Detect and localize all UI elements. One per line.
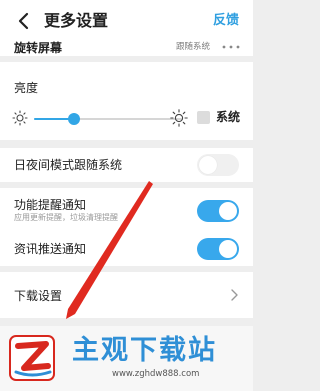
watermark-title: 主观下载站 [72,335,217,366]
more-dots-icon[interactable] [220,40,242,54]
night-mode-label: 日夜间模式跟随系统 [14,158,123,172]
watermark-url: www.zghdw888.com [112,369,200,379]
feature-notice-label: 功能提醒通知 [14,198,87,212]
feature-notice-toggle[interactable] [197,200,239,222]
back-arrow-icon[interactable] [14,10,34,32]
download-settings-label: 下载设置 [14,289,63,303]
rotate-screen-value: 跟随系统 [176,42,211,52]
news-notice-label: 资讯推送通知 [14,242,87,256]
brightness-low-icon [12,110,28,126]
feedback-button[interactable]: 反馈 [213,11,239,31]
brightness-high-icon [170,109,188,127]
rotate-screen-label: 旋转屏幕 [14,41,63,55]
brightness-card [0,62,253,140]
follow-system-label: 系统 [216,110,241,124]
page-title: 更多设置 [44,11,109,30]
follow-system-checkbox[interactable] [197,111,210,124]
brightness-slider[interactable] [34,113,182,125]
feature-notice-subtitle: 应用更新提醒，垃圾清理提醒 [14,213,118,222]
brightness-label: 亮度 [14,81,39,95]
night-mode-toggle[interactable] [197,154,239,176]
chevron-right-icon [231,289,238,301]
news-notice-toggle[interactable] [197,238,239,260]
brightness-slider-thumb[interactable] [67,113,80,125]
watermark-logo-icon [9,335,55,381]
